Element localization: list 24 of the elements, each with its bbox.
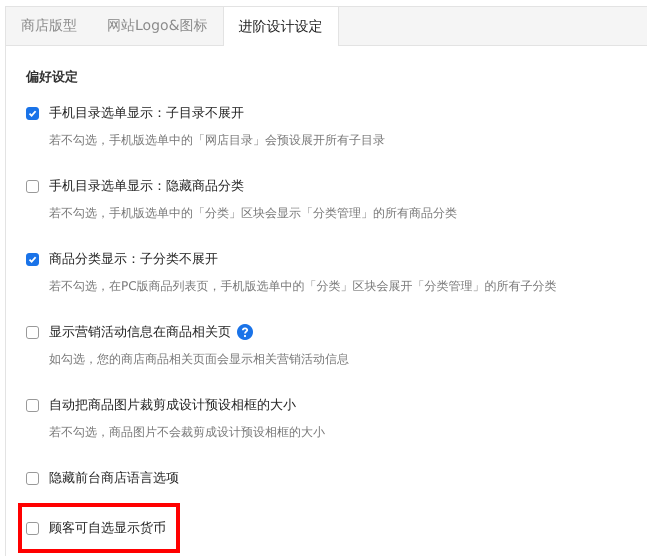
help-icon[interactable] — [237, 324, 253, 340]
option-description: 若不勾选，手机版选单中的「网店目录」会预设展开所有子目录 — [49, 132, 385, 149]
option-description: 若不勾选，手机版选单中的「分类」区块会显示「分类管理」的所有商品分类 — [49, 205, 457, 222]
option-description: 若不勾选，在PC版商品列表页，手机版选单中的「分类」区块会展开「分类管理」的所有子分类 — [49, 278, 557, 295]
checkbox[interactable] — [26, 180, 39, 192]
option-label: 隐藏前台商店语言选项 — [49, 470, 179, 487]
option-description: 若不勾选，商品图片不会裁剪成设计预设相框的大小 — [49, 424, 325, 441]
option-label: 商品分类显示：子分类不展开 — [49, 251, 218, 268]
checkbox[interactable] — [26, 326, 39, 338]
option-label: 顾客可自选显示货币 — [49, 520, 166, 537]
checkbox[interactable] — [26, 252, 39, 266]
option-label: 显示营销活动信息在商品相关页 — [49, 324, 231, 341]
option-label: 自动把商品图片裁剪成设计预设相框的大小 — [49, 397, 296, 414]
checkbox[interactable] — [26, 522, 39, 534]
option-label: 手机目录选单显示：隐藏商品分类 — [49, 178, 244, 195]
tab[interactable]: 进阶设计设定 — [222, 7, 338, 46]
option-description: 如勾选，您的商店商品相关页面会显示相关营销活动信息 — [49, 351, 349, 368]
checkbox[interactable] — [26, 472, 39, 484]
tab[interactable]: 网站Logo&图标 — [92, 7, 222, 45]
section-title: 偏好设定 — [26, 68, 78, 86]
tab[interactable]: 商店版型 — [6, 7, 92, 45]
checkbox[interactable] — [26, 398, 39, 412]
option-label: 手机目录选单显示：子目录不展开 — [49, 105, 244, 122]
checkbox[interactable] — [26, 106, 39, 120]
